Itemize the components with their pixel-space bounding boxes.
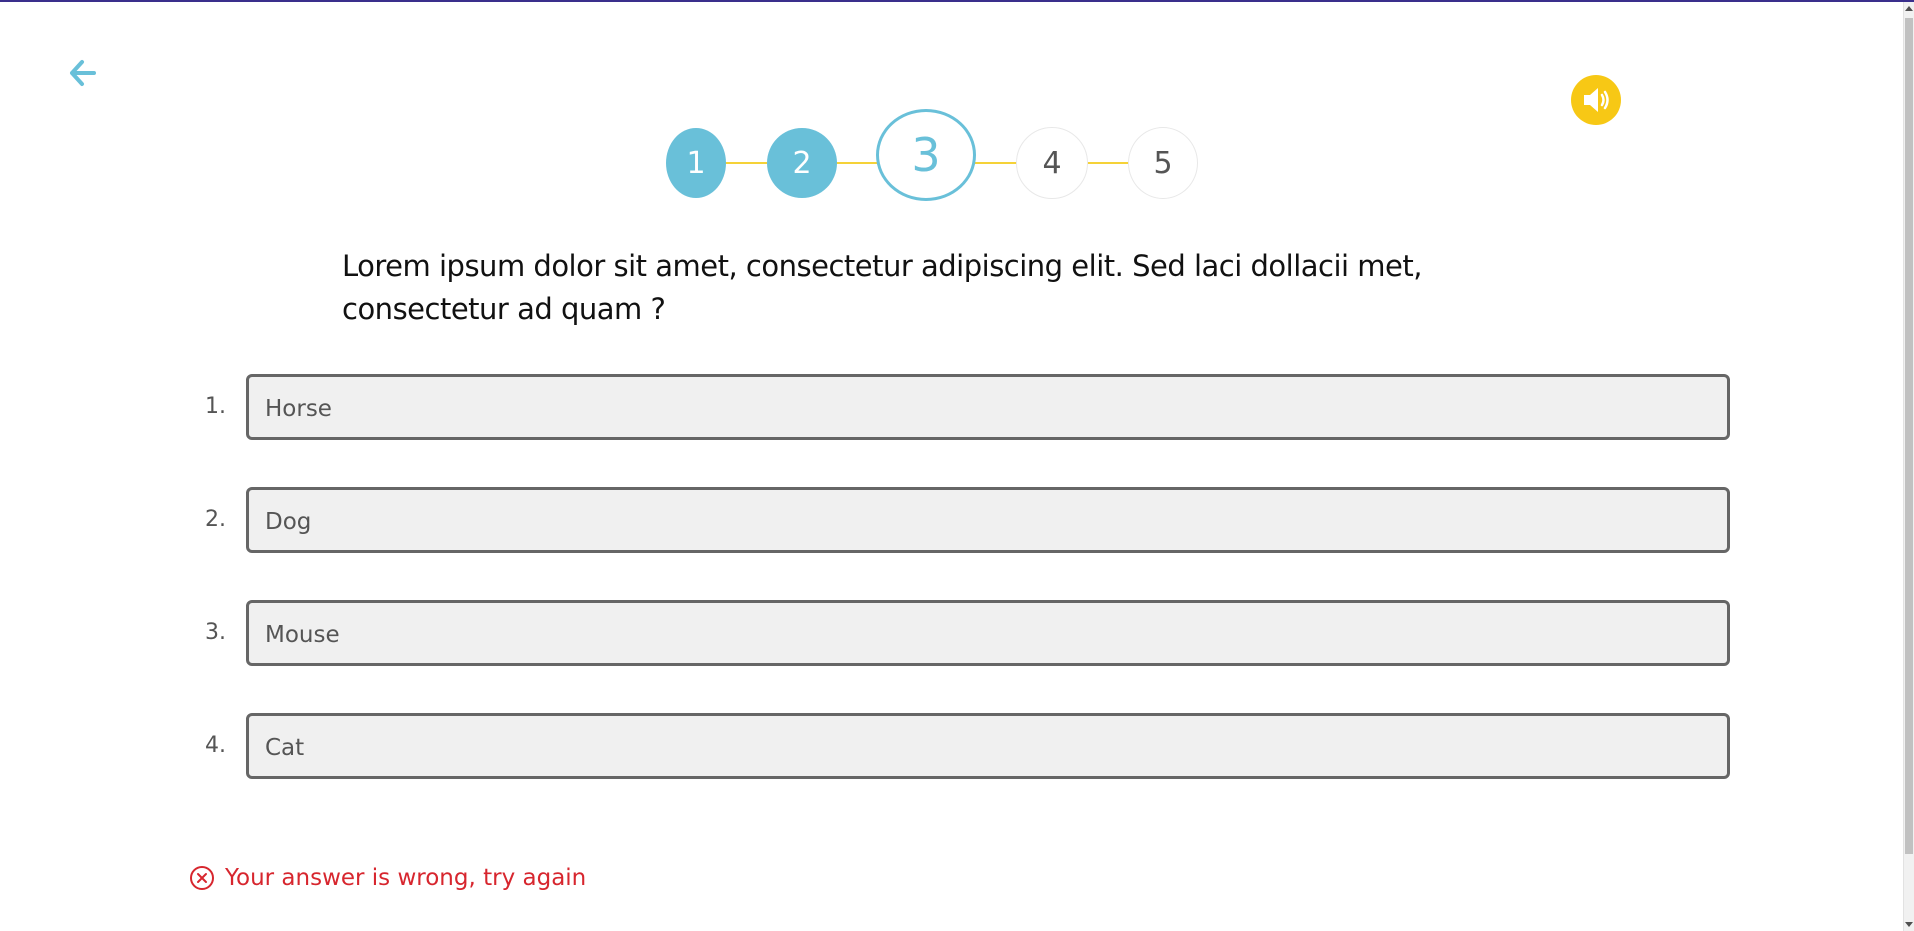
answer-choice[interactable]: Dog (246, 487, 1730, 553)
step-label: 1 (686, 145, 706, 181)
step-5[interactable]: 5 (1128, 127, 1198, 199)
vertical-scrollbar[interactable] (1903, 2, 1914, 931)
quiz-page: 1 2 3 4 5 Lorem ipsum dolor sit amet, co… (0, 0, 1904, 931)
answer-number: 1. (205, 394, 226, 419)
step-connector (835, 162, 879, 164)
step-label: 4 (1042, 145, 1062, 181)
error-message: Your answer is wrong, try again (225, 865, 587, 891)
answer-label: Dog (265, 509, 312, 535)
answer-label: Mouse (265, 622, 340, 648)
step-label: 5 (1153, 145, 1173, 181)
close-circle-icon (190, 866, 214, 890)
step-label: 3 (911, 128, 941, 182)
answer-choice[interactable]: Mouse (246, 600, 1730, 666)
step-4[interactable]: 4 (1016, 127, 1088, 199)
answer-option-4: 4. Cat (190, 713, 1730, 779)
scrollbar-thumb[interactable] (1905, 18, 1913, 854)
answer-option-3: 3. Mouse (190, 600, 1730, 666)
step-1[interactable]: 1 (666, 128, 726, 198)
step-connector (974, 162, 1018, 164)
step-label: 2 (792, 145, 812, 181)
answer-option-1: 1. Horse (190, 374, 1730, 440)
progress-stepper: 1 2 3 4 5 (0, 0, 1914, 210)
answer-number: 2. (205, 507, 226, 532)
step-3[interactable]: 3 (876, 109, 976, 201)
step-2[interactable]: 2 (767, 128, 837, 198)
question-text: Lorem ipsum dolor sit amet, consectetur … (342, 249, 1423, 326)
answer-label: Cat (265, 735, 305, 761)
error-feedback: Your answer is wrong, try again (189, 861, 586, 895)
answer-option-2: 2. Dog (190, 487, 1730, 553)
answer-number: 4. (205, 733, 226, 758)
step-connector (1087, 162, 1131, 164)
answer-choice[interactable]: Horse (246, 374, 1730, 440)
answer-label: Horse (265, 396, 332, 422)
scroll-up-icon[interactable] (1905, 6, 1913, 11)
scroll-down-icon[interactable] (1905, 922, 1913, 927)
step-connector (723, 162, 767, 164)
answer-choice[interactable]: Cat (246, 713, 1730, 779)
answer-number: 3. (205, 620, 226, 645)
